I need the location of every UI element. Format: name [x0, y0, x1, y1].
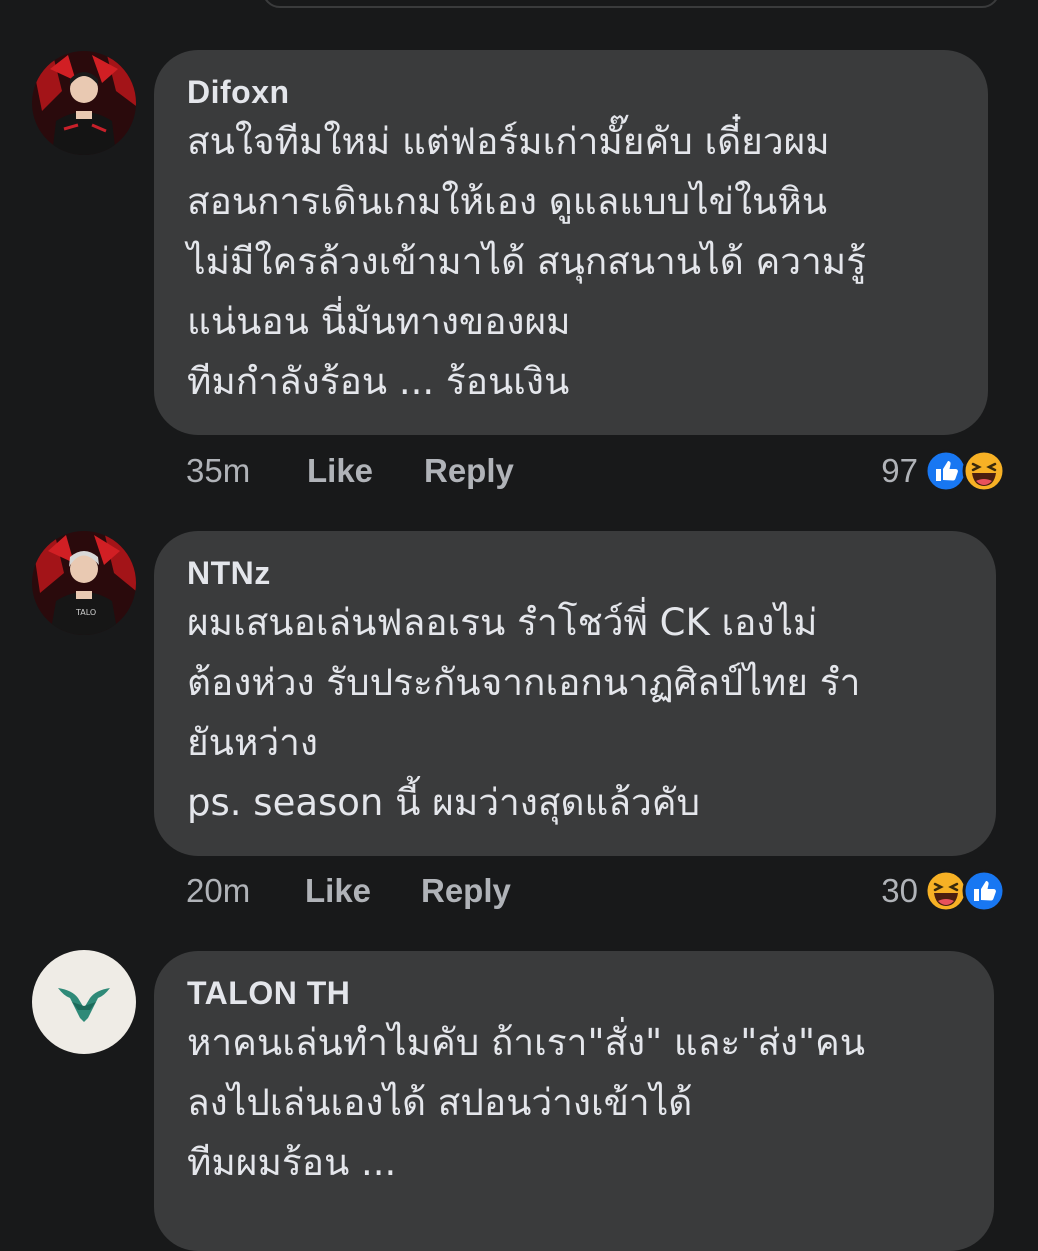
talon-logo-icon [32, 950, 136, 1054]
comment-text-line: ไม่มีใครล้วงเข้ามาได้ สนุกสนานได้ ความรู… [187, 240, 867, 283]
comment-timestamp[interactable]: 20m [186, 872, 250, 910]
like-button[interactable]: Like [307, 452, 373, 490]
comment-text-line: สนใจทีมใหม่ แต่ฟอร์มเก่ามั๊ยคับ เดี๋ยวผม [187, 120, 830, 163]
comment-input-edge[interactable] [262, 0, 1000, 8]
reaction-icons [924, 869, 1006, 913]
comment-text-line: ทีมผมร้อน ... [187, 1141, 397, 1184]
comment-text-line: ต้องห่วง รับประกันจากเอกนาฏศิลป์ไทย รำ [187, 661, 861, 704]
like-icon [962, 869, 1006, 913]
comment-actions: 35m Like Reply 97 [186, 446, 1006, 496]
svg-text:TALO: TALO [75, 608, 96, 617]
comment-text-line: ลงไปเล่นเองได้ สปอนว่างเข้าได้ [187, 1081, 693, 1124]
avatar[interactable] [32, 950, 136, 1054]
comment-text-line: แน่นอน นี่มันทางของผม [187, 300, 571, 343]
comment-timestamp[interactable]: 35m [186, 452, 250, 490]
haha-icon [962, 449, 1006, 493]
reaction-icons [924, 449, 1006, 493]
comment-author[interactable]: TALON TH [187, 973, 966, 1013]
reactions-summary[interactable]: 97 [881, 446, 1006, 496]
like-button[interactable]: Like [305, 872, 371, 910]
comment-text-line: หาคนเล่นทำไมคับ ถ้าเรา"สั่ง" และ"ส่ง"คน [187, 1021, 866, 1064]
reactions-summary[interactable]: 30 [881, 866, 1006, 916]
player-avatar-icon [32, 51, 136, 155]
comment-bubble: Difoxn สนใจทีมใหม่ แต่ฟอร์มเก่ามั๊ยคับ เ… [154, 50, 988, 435]
comment-bubble: TALON TH หาคนเล่นทำไมคับ ถ้าเรา"สั่ง" แล… [154, 951, 994, 1251]
comment-text-line: ผมเสนอเล่นฟลอเรน รำโชว์พี่ CK เองไม่ [187, 601, 818, 644]
comment-text-line: สอนการเดินเกมให้เอง ดูแลแบบไข่ในหิน [187, 180, 828, 223]
comment-bubble: NTNz ผมเสนอเล่นฟลอเรน รำโชว์พี่ CK เองไม… [154, 531, 996, 856]
comment-text-line: ยันหว่าง [187, 721, 318, 764]
player-avatar-icon: TALO [32, 531, 136, 635]
reply-button[interactable]: Reply [424, 452, 514, 490]
reply-button[interactable]: Reply [421, 872, 511, 910]
comment-author[interactable]: Difoxn [187, 72, 960, 112]
avatar[interactable] [32, 51, 136, 155]
comment-text-line: ทีมกำลังร้อน ... ร้อนเงิน [187, 360, 570, 403]
avatar[interactable]: TALO [32, 531, 136, 635]
comment-actions: 20m Like Reply 30 [186, 866, 1006, 916]
comment-text-line: ps. season นี้ ผมว่างสุดแล้วคับ [187, 781, 701, 824]
reaction-count: 97 [881, 452, 918, 489]
reaction-count: 30 [881, 872, 918, 909]
comment-author[interactable]: NTNz [187, 553, 968, 593]
